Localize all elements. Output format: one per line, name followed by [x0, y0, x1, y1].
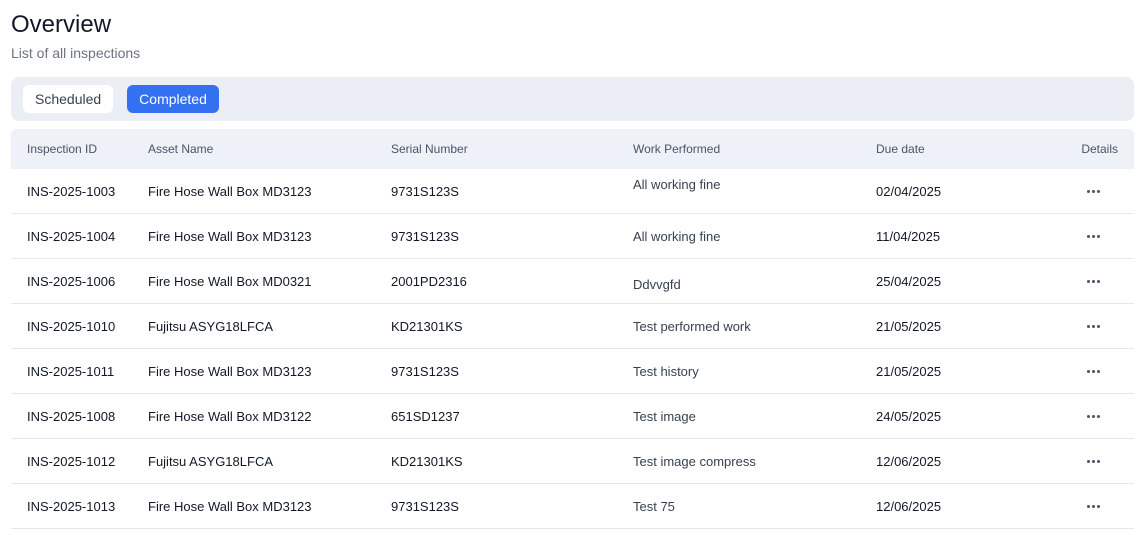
table-row[interactable]: INS-2025-1003 Fire Hose Wall Box MD3123 97… — [11, 169, 1134, 214]
details-button[interactable] — [1082, 227, 1104, 245]
cell-asset-name: Fujitsu ASYG18LFCA — [148, 318, 273, 334]
details-button[interactable] — [1082, 182, 1104, 200]
cell-work-performed: All working fine — [633, 177, 721, 192]
table-row[interactable]: INS-2025-1006 Fire Hose Wall Box MD0321 20… — [11, 259, 1134, 304]
cell-asset-name: Fire Hose Wall Box MD3123 — [148, 498, 312, 514]
cell-asset-name: Fire Hose Wall Box MD3122 — [148, 408, 312, 424]
cell-work-performed: Test performed work — [633, 318, 751, 334]
page-header: Overview List of all inspections — [11, 10, 140, 62]
cell-serial-number: 9731S123S — [391, 498, 459, 514]
cell-due-date: 11/04/2025 — [876, 228, 941, 244]
more-horizontal-icon — [1086, 369, 1100, 373]
column-header-details: Details — [1081, 142, 1118, 156]
cell-serial-number: 651SD1237 — [391, 408, 460, 424]
cell-asset-name: Fire Hose Wall Box MD3123 — [148, 183, 312, 199]
cell-asset-name: Fire Hose Wall Box MD3123 — [148, 363, 312, 379]
cell-due-date: 02/04/2025 — [876, 183, 942, 199]
cell-serial-number: 9731S123S — [391, 363, 459, 379]
details-button[interactable] — [1082, 317, 1104, 335]
details-button[interactable] — [1082, 407, 1104, 425]
cell-serial-number: KD21301KS — [391, 318, 463, 334]
cell-inspection-id: INS-2025-1004 — [27, 228, 116, 244]
tab-completed[interactable]: Completed — [127, 85, 219, 113]
more-horizontal-icon — [1086, 279, 1100, 283]
cell-serial-number: 2001PD2316 — [391, 273, 467, 289]
column-header-due-date[interactable]: Due date — [876, 142, 925, 156]
table-row[interactable]: INS-2025-1004 Fire Hose Wall Box MD3123 97… — [11, 214, 1134, 259]
cell-inspection-id: INS-2025-1006 — [27, 273, 116, 289]
table-row[interactable]: INS-2025-1011 Fire Hose Wall Box MD3123 97… — [11, 349, 1134, 394]
cell-serial-number: 9731S123S — [391, 228, 459, 244]
table-row[interactable]: INS-2025-1013 Fire Hose Wall Box MD3123 97… — [11, 484, 1134, 529]
details-button[interactable] — [1082, 452, 1104, 470]
cell-asset-name: Fire Hose Wall Box MD3123 — [148, 228, 312, 244]
column-header-asset-name[interactable]: Asset Name — [148, 142, 213, 156]
column-header-inspection-id[interactable]: Inspection ID — [27, 142, 97, 156]
more-horizontal-icon — [1086, 189, 1100, 193]
cell-asset-name: Fujitsu ASYG18LFCA — [148, 453, 273, 469]
cell-serial-number: KD21301KS — [391, 453, 463, 469]
more-horizontal-icon — [1086, 324, 1100, 328]
cell-inspection-id: INS-2025-1012 — [27, 453, 116, 469]
details-button[interactable] — [1082, 497, 1104, 515]
cell-work-performed: Test 75 — [633, 498, 675, 514]
page-subtitle: List of all inspections — [11, 45, 141, 61]
cell-work-performed: Test image — [633, 408, 696, 424]
more-horizontal-icon — [1086, 234, 1100, 238]
cell-asset-name: Fire Hose Wall Box MD0321 — [148, 273, 312, 289]
cell-due-date: 12/06/2025 — [876, 498, 942, 514]
page-title: Overview — [11, 11, 112, 38]
cell-inspection-id: INS-2025-1013 — [27, 498, 116, 514]
cell-due-date: 12/06/2025 — [876, 453, 942, 469]
details-button[interactable] — [1082, 272, 1104, 290]
table-row[interactable]: INS-2025-1008 Fire Hose Wall Box MD3122 65… — [11, 394, 1134, 439]
cell-serial-number: 9731S123S — [391, 183, 459, 199]
table-row[interactable]: INS-2025-1012 Fujitsu ASYG18LFCA KD21301KS… — [11, 439, 1134, 484]
table-body: INS-2025-1003 Fire Hose Wall Box MD3123 97… — [11, 169, 1134, 529]
more-horizontal-icon — [1086, 414, 1100, 418]
cell-work-performed: Test image compress — [633, 453, 756, 469]
cell-work-performed: All working fine — [633, 228, 721, 244]
cell-inspection-id: INS-2025-1003 — [27, 183, 116, 199]
more-horizontal-icon — [1086, 504, 1100, 508]
cell-due-date: 25/04/2025 — [876, 273, 942, 289]
table-header: Inspection ID Asset Name Serial Number W… — [11, 129, 1134, 169]
table-row[interactable]: INS-2025-1010 Fujitsu ASYG18LFCA KD21301KS… — [11, 304, 1134, 349]
more-horizontal-icon — [1086, 459, 1100, 463]
inspections-table: Inspection ID Asset Name Serial Number W… — [11, 129, 1134, 529]
details-button[interactable] — [1082, 362, 1104, 380]
cell-inspection-id: INS-2025-1010 — [27, 318, 116, 334]
cell-due-date: 24/05/2025 — [876, 408, 942, 424]
tab-scheduled[interactable]: Scheduled — [23, 85, 114, 113]
cell-due-date: 21/05/2025 — [876, 318, 942, 334]
cell-inspection-id: INS-2025-1008 — [27, 408, 116, 424]
column-header-work-performed[interactable]: Work Performed — [633, 142, 720, 156]
column-header-serial-number[interactable]: Serial Number — [391, 142, 468, 156]
cell-inspection-id: INS-2025-1011 — [27, 363, 115, 379]
tabs-bar: Scheduled Completed — [11, 77, 1134, 121]
cell-work-performed: Test history — [633, 363, 699, 379]
cell-due-date: 21/05/2025 — [876, 363, 942, 379]
cell-work-performed: Ddvvgfd — [633, 277, 681, 292]
